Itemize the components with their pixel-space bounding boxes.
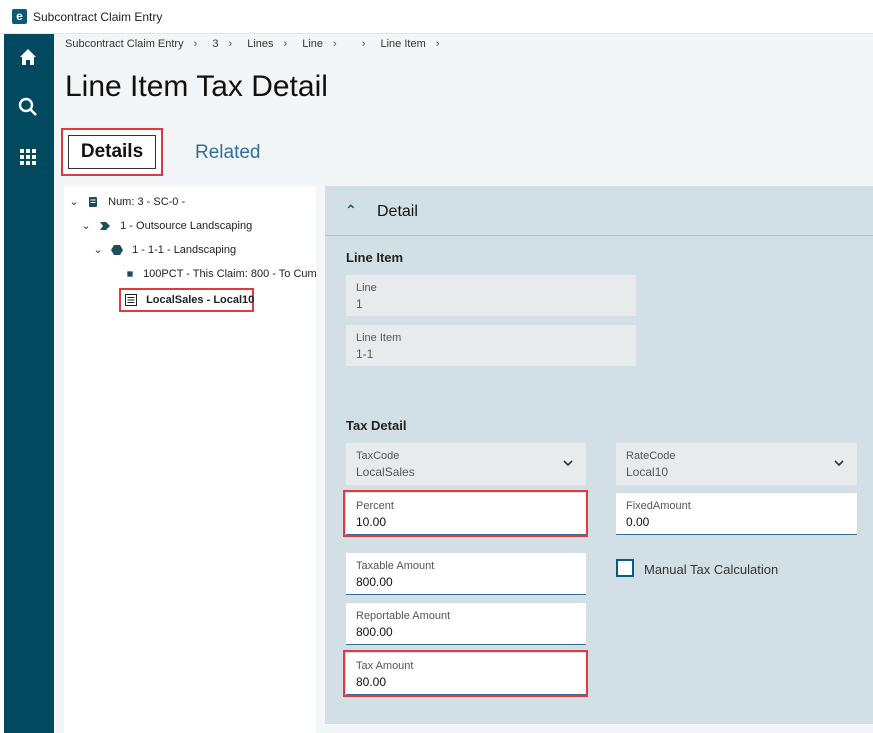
field-value: Local10: [626, 465, 669, 479]
field-value: 1-1: [356, 347, 374, 361]
detail-title: Detail: [377, 203, 418, 220]
breadcrumb-item[interactable]: Line: [302, 38, 323, 50]
manual-tax-label[interactable]: Manual Tax Calculation: [644, 562, 778, 577]
page-title: Line Item Tax Detail: [65, 70, 328, 103]
chevron-up-icon[interactable]: ⌃: [345, 202, 357, 219]
tab-related[interactable]: Related: [195, 142, 261, 164]
breadcrumb-separator-icon: ›: [333, 38, 337, 50]
field-value: LocalSales: [356, 465, 415, 479]
home-icon[interactable]: [17, 46, 39, 68]
hexagon-icon: [111, 245, 124, 256]
line-item-field: Line Item 1-1: [346, 325, 636, 366]
field-label: FixedAmount: [626, 500, 691, 512]
chevron-down-icon[interactable]: ⌄: [92, 241, 104, 259]
document-icon: [89, 197, 98, 208]
percent-highlight: [343, 490, 588, 537]
field-value: 1: [356, 297, 363, 311]
line-field: Line 1: [346, 275, 636, 316]
tree-item-line[interactable]: ⌄ 1 - Outsource Landscaping: [80, 217, 252, 235]
tree-item-claim[interactable]: ⌄ Num: 3 - SC-0 -: [68, 193, 185, 211]
breadcrumb-separator-icon: ›: [283, 38, 288, 50]
app-logo: e: [12, 9, 27, 24]
tree-item-label: 1 - 1-1 - Landscaping: [132, 244, 237, 256]
chevron-tag-icon: [100, 222, 111, 231]
tree-item-label: 100PCT - This Claim: 800 - To Cumulative: [143, 268, 316, 280]
breadcrumb: Subcontract Claim Entry › 3 › Lines › Line ›…: [65, 38, 460, 50]
tab-details-highlight: Details: [61, 128, 163, 176]
breadcrumb-item[interactable]: Line Item: [381, 38, 426, 50]
list-table-icon: [125, 294, 137, 307]
breadcrumb-item[interactable]: 3: [212, 38, 218, 50]
reportable-amount-field[interactable]: Reportable Amount 800.00: [346, 603, 586, 645]
tab-details[interactable]: Details: [68, 135, 156, 169]
tree-item-claim-detail[interactable]: 100PCT - This Claim: 800 - To Cumulative: [116, 265, 316, 283]
field-label: Line: [356, 282, 377, 294]
tree-item-tax[interactable]: LocalSales - Local10: [125, 291, 254, 309]
breadcrumb-item[interactable]: Lines: [247, 38, 273, 50]
tree-item-tax-selected[interactable]: LocalSales - Local10: [119, 288, 254, 312]
tree-item-line-item[interactable]: ⌄ 1 - 1-1 - Landscaping: [92, 241, 236, 259]
search-icon[interactable]: [17, 96, 39, 118]
field-value[interactable]: 800.00: [356, 575, 393, 589]
tax-code-select[interactable]: TaxCode LocalSales: [346, 443, 586, 485]
tree-item-label: LocalSales - Local10: [146, 294, 255, 306]
title-bar: e Subcontract Claim Entry: [0, 0, 873, 34]
taxable-amount-field[interactable]: Taxable Amount 800.00: [346, 553, 586, 595]
fixed-amount-field[interactable]: FixedAmount 0.00: [616, 493, 857, 535]
breadcrumb-item[interactable]: Subcontract Claim Entry: [65, 38, 184, 50]
tree-item-label: Num: 3 - SC-0 -: [108, 196, 186, 208]
chevron-down-icon[interactable]: ⌄: [80, 217, 92, 235]
field-value[interactable]: 800.00: [356, 625, 393, 639]
field-label: Line Item: [356, 332, 402, 344]
apps-grid-icon[interactable]: [17, 146, 39, 168]
field-label: RateCode: [626, 450, 676, 462]
field-label: TaxCode: [356, 450, 400, 462]
field-value[interactable]: 0.00: [626, 515, 649, 529]
window-edge: [0, 34, 4, 733]
breadcrumb-separator-icon: ›: [435, 38, 440, 50]
chevron-down-icon[interactable]: ⌄: [68, 193, 80, 211]
breadcrumb-separator-icon: ›: [228, 38, 233, 50]
detail-header[interactable]: ⌃ Detail: [325, 186, 873, 236]
tree-item-label: 1 - Outsource Landscaping: [120, 220, 253, 232]
breadcrumb-separator-icon: ›: [361, 38, 366, 50]
section-tax-detail: Tax Detail: [346, 418, 407, 433]
record-tree: ⌄ Num: 3 - SC-0 - ⌄ 1 - Outsource Landsc…: [64, 186, 316, 733]
chevron-down-icon[interactable]: [562, 457, 574, 469]
section-line-item: Line Item: [346, 250, 404, 265]
field-label: Taxable Amount: [356, 560, 435, 572]
rate-code-select[interactable]: RateCode Local10: [616, 443, 857, 485]
manual-tax-checkbox[interactable]: [616, 559, 634, 577]
window-title: Subcontract Claim Entry: [33, 10, 163, 24]
chevron-down-icon[interactable]: [833, 457, 845, 469]
breadcrumb-separator-icon: ›: [193, 38, 198, 50]
field-label: Reportable Amount: [356, 610, 451, 622]
left-nav: [0, 34, 54, 733]
tax-amount-highlight: [343, 650, 588, 697]
square-bullet-icon: [127, 271, 133, 277]
